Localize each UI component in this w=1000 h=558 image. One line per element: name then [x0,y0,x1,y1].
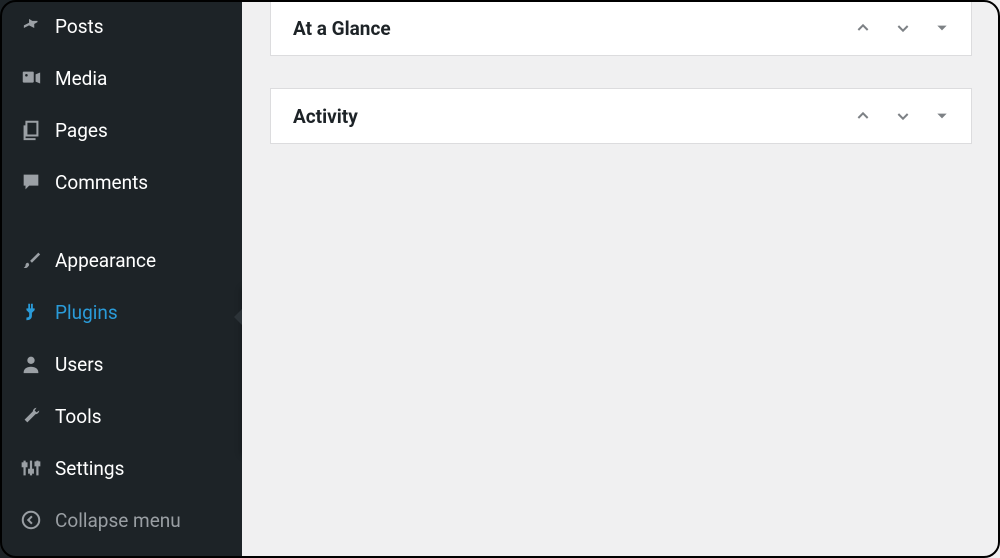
submenu-arrow [234,309,242,325]
sidebar-collapse-label: Collapse menu [55,509,181,532]
widget-controls [855,108,949,124]
sidebar-item-pages[interactable]: Pages [3,104,242,156]
sidebar-item-settings[interactable]: Settings [3,442,242,494]
comment-icon [17,171,45,193]
toggle-icon[interactable] [935,109,949,123]
widget-controls [855,20,949,36]
sidebar-item-label: Tools [55,405,102,428]
sidebar-item-users[interactable]: Users [3,338,242,390]
sidebar-item-media[interactable]: Media [3,52,242,104]
widget-activity: Activity [270,88,972,144]
move-down-icon[interactable] [895,108,911,124]
media-icon [17,67,45,89]
sidebar-item-label: Pages [55,119,108,142]
menu-separator [3,208,242,234]
sidebar-item-label: Media [55,67,107,90]
sidebar-item-label: Comments [55,171,148,194]
user-icon [17,353,45,375]
widget-title: Activity [293,105,358,128]
sidebar-collapse[interactable]: Collapse menu [3,494,242,546]
admin-sidebar: Posts Media Pages Comments Appearance Pl… [0,0,242,558]
sidebar-item-label: Appearance [55,249,156,272]
move-up-icon[interactable] [855,20,871,36]
sidebar-item-label: Plugins [55,301,118,324]
pin-icon [17,15,45,37]
pages-icon [17,119,45,141]
widget-title: At a Glance [293,17,391,40]
collapse-icon [17,509,45,531]
sidebar-item-label: Settings [55,457,124,480]
brush-icon [17,249,45,271]
sidebar-item-posts[interactable]: Posts [3,0,242,52]
sidebar-item-comments[interactable]: Comments [3,156,242,208]
toggle-icon[interactable] [935,21,949,35]
sidebar-item-tools[interactable]: Tools [3,390,242,442]
sliders-icon [17,457,45,479]
move-up-icon[interactable] [855,108,871,124]
dashboard-content: At a Glance Activity [242,0,1000,558]
move-down-icon[interactable] [895,20,911,36]
sidebar-item-appearance[interactable]: Appearance [3,234,242,286]
plug-icon [17,301,45,323]
sidebar-item-label: Users [55,353,103,376]
sidebar-item-label: Posts [55,15,104,38]
wrench-icon [17,405,45,427]
sidebar-item-plugins[interactable]: Plugins [3,286,242,338]
widget-at-a-glance: At a Glance [270,0,972,56]
